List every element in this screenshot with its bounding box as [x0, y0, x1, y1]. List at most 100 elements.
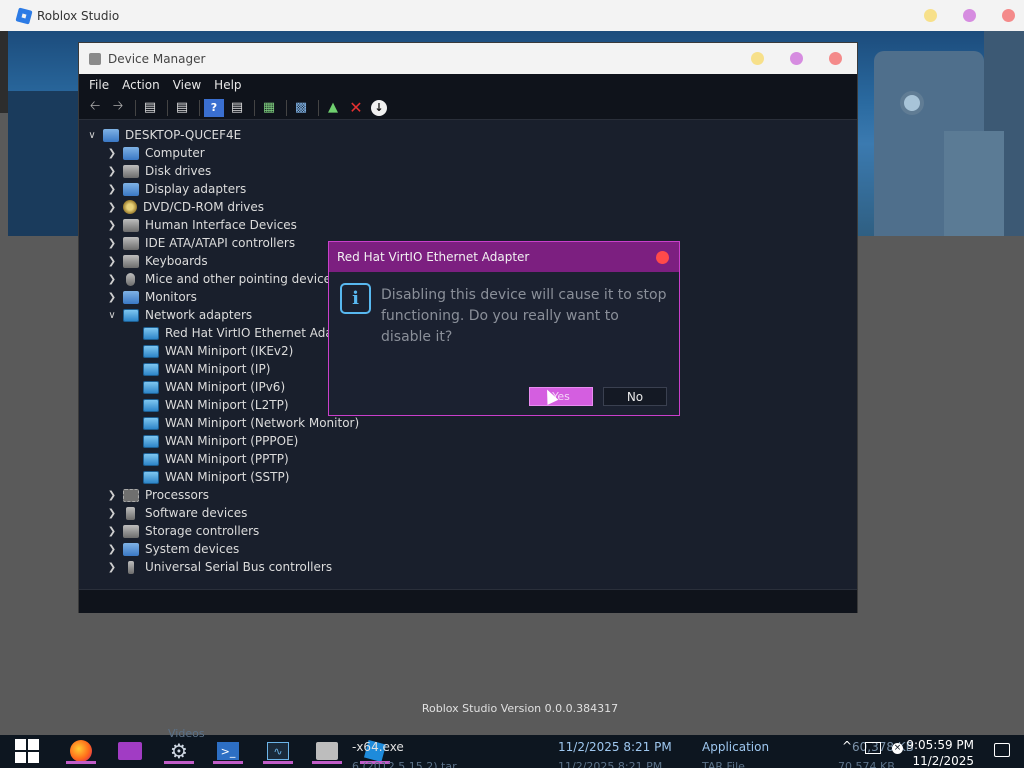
- chevron-right-icon[interactable]: ❯: [107, 292, 117, 303]
- storage-controller-icon: [123, 524, 139, 538]
- back-arrow-icon[interactable]: 🡠: [85, 99, 105, 117]
- software-device-icon: [126, 506, 135, 520]
- tree-subitem-label: WAN Miniport (PPTP): [165, 452, 289, 466]
- chevron-right-icon[interactable]: ❯: [107, 238, 117, 249]
- volume-muted-icon[interactable]: ×: [892, 743, 903, 754]
- tree-item-hid[interactable]: ❯ Human Interface Devices: [107, 216, 297, 234]
- file-size: 70,574 KB: [838, 760, 895, 768]
- tree-subitem-wan-l2tp[interactable]: WAN Miniport (L2TP): [143, 396, 289, 414]
- tree-item-label: Disk drives: [145, 164, 212, 178]
- roblox-close-button[interactable]: [1002, 9, 1015, 22]
- settings-gear-icon[interactable]: ⚙: [164, 738, 194, 764]
- show-hide-tree-icon[interactable]: ▤: [140, 99, 160, 117]
- system-clock[interactable]: 9:05:59 PM 11/2/2025: [906, 737, 974, 768]
- tree-subitem-wan-pptp[interactable]: WAN Miniport (PPTP): [143, 450, 289, 468]
- disable-icon[interactable]: ↓: [369, 99, 389, 117]
- tree-item-dvd-drives[interactable]: ❯ DVD/CD-ROM drives: [107, 198, 264, 216]
- device-manager-titlebar: Device Manager: [79, 43, 857, 74]
- yes-button[interactable]: Yes: [529, 387, 593, 406]
- notification-icon[interactable]: [994, 743, 1010, 757]
- chevron-right-icon[interactable]: ❯: [107, 184, 117, 195]
- no-button[interactable]: No: [603, 387, 667, 406]
- tree-item-display-adapters[interactable]: ❯ Display adapters: [107, 180, 246, 198]
- computer-icon: [103, 128, 119, 142]
- chevron-down-icon[interactable]: ∨: [87, 130, 97, 141]
- menu-view[interactable]: View: [173, 78, 201, 92]
- file-date: 11/2/2025 8:21 PM: [558, 760, 663, 768]
- chevron-right-icon[interactable]: ❯: [107, 202, 117, 213]
- hid-icon: [123, 218, 139, 232]
- update-driver-icon[interactable]: ▲: [323, 99, 343, 117]
- tree-subitem-wan-netmon[interactable]: WAN Miniport (Network Monitor): [143, 414, 359, 432]
- folder-icon[interactable]: [117, 738, 143, 764]
- dialog-close-button[interactable]: [656, 251, 669, 264]
- tree-subitem-wan-ip[interactable]: WAN Miniport (IP): [143, 360, 270, 378]
- tree-subitem-wan-ipv6[interactable]: WAN Miniport (IPv6): [143, 378, 285, 396]
- uninstall-icon[interactable]: ✕: [346, 98, 366, 117]
- chevron-down-icon[interactable]: ∨: [107, 310, 117, 321]
- tree-subitem-virtio[interactable]: Red Hat VirtIO Ethernet Adapter: [143, 324, 357, 342]
- performance-monitor-icon[interactable]: ∿: [263, 738, 293, 764]
- start-button[interactable]: [14, 738, 40, 764]
- menu-help[interactable]: Help: [214, 78, 241, 92]
- chevron-right-icon[interactable]: ❯: [107, 166, 117, 177]
- devmgr-close-button[interactable]: [829, 52, 842, 65]
- view-icon[interactable]: ▤: [227, 99, 247, 117]
- help-icon[interactable]: ?: [204, 98, 224, 117]
- clock-date: 11/2/2025: [912, 754, 974, 768]
- tree-item-computer[interactable]: ❯ Computer: [107, 144, 205, 162]
- tree-item-mice[interactable]: ❯ Mice and other pointing devices: [107, 270, 338, 288]
- tree-item-ide-controllers[interactable]: ❯ IDE ATA/ATAPI controllers: [107, 234, 295, 252]
- tray-chevron-up-icon[interactable]: ^: [842, 739, 852, 753]
- tree-subitem-wan-pppoe[interactable]: WAN Miniport (PPPOE): [143, 432, 298, 450]
- keyboard-icon: [123, 254, 139, 268]
- tree-item-system-devices[interactable]: ❯ System devices: [107, 540, 239, 558]
- dvd-icon: [123, 200, 137, 214]
- tree-item-monitors[interactable]: ❯ Monitors: [107, 288, 197, 306]
- roblox-titlebar: Roblox Studio: [0, 0, 1024, 31]
- menu-bar: File Action View Help: [79, 74, 857, 96]
- tree-root[interactable]: ∨ DESKTOP-QUCEF4E: [87, 126, 241, 144]
- system-device-icon: [123, 542, 139, 556]
- file-size: 60,378 KB: [852, 740, 914, 754]
- forward-arrow-icon[interactable]: 🡢: [108, 99, 128, 117]
- tree-item-software-devices[interactable]: ❯ Software devices: [107, 504, 248, 522]
- chevron-right-icon[interactable]: ❯: [107, 256, 117, 267]
- usb-icon: [128, 560, 134, 574]
- menu-file[interactable]: File: [89, 78, 109, 92]
- firefox-icon[interactable]: [66, 738, 96, 764]
- device-manager-taskbar-icon[interactable]: [312, 738, 342, 764]
- properties-icon[interactable]: ▤: [172, 99, 192, 117]
- roblox-minimize-button[interactable]: [924, 9, 937, 22]
- tree-subitem-wan-ikev2[interactable]: WAN Miniport (IKEv2): [143, 342, 293, 360]
- tree-item-storage-controllers[interactable]: ❯ Storage controllers: [107, 522, 259, 540]
- network-tray-icon[interactable]: [865, 742, 881, 754]
- chevron-right-icon[interactable]: ❯: [107, 148, 117, 159]
- chevron-right-icon[interactable]: ❯: [107, 544, 117, 555]
- devmgr-minimize-button[interactable]: [751, 52, 764, 65]
- tree-subitem-wan-sstp[interactable]: WAN Miniport (SSTP): [143, 468, 289, 486]
- chevron-right-icon[interactable]: ❯: [107, 220, 117, 231]
- network-adapter-icon: [143, 416, 159, 430]
- chevron-right-icon[interactable]: ❯: [107, 490, 117, 501]
- tree-subitem-label: WAN Miniport (IKEv2): [165, 344, 294, 358]
- tree-item-disk-drives[interactable]: ❯ Disk drives: [107, 162, 211, 180]
- tree-item-usb-controllers[interactable]: ❯ Universal Serial Bus controllers: [107, 558, 332, 576]
- monitor-icon[interactable]: ▩: [291, 99, 311, 117]
- ide-controller-icon: [123, 236, 139, 250]
- chevron-right-icon[interactable]: ❯: [107, 508, 117, 519]
- chevron-right-icon[interactable]: ❯: [107, 562, 117, 573]
- network-adapter-icon: [143, 398, 159, 412]
- devmgr-maximize-button[interactable]: [790, 52, 803, 65]
- chevron-right-icon[interactable]: ❯: [107, 526, 117, 537]
- scan-hardware-icon[interactable]: ▦: [259, 99, 279, 117]
- tree-subitem-label: WAN Miniport (IPv6): [165, 380, 286, 394]
- file-type: Application: [702, 740, 770, 754]
- chevron-right-icon[interactable]: ❯: [107, 274, 117, 285]
- powershell-icon[interactable]: >_: [213, 738, 243, 764]
- tree-item-keyboards[interactable]: ❯ Keyboards: [107, 252, 208, 270]
- menu-action[interactable]: Action: [122, 78, 160, 92]
- tree-item-network-adapters[interactable]: ∨ Network adapters: [107, 306, 252, 324]
- tree-item-processors[interactable]: ❯ Processors: [107, 486, 209, 504]
- roblox-maximize-button[interactable]: [963, 9, 976, 22]
